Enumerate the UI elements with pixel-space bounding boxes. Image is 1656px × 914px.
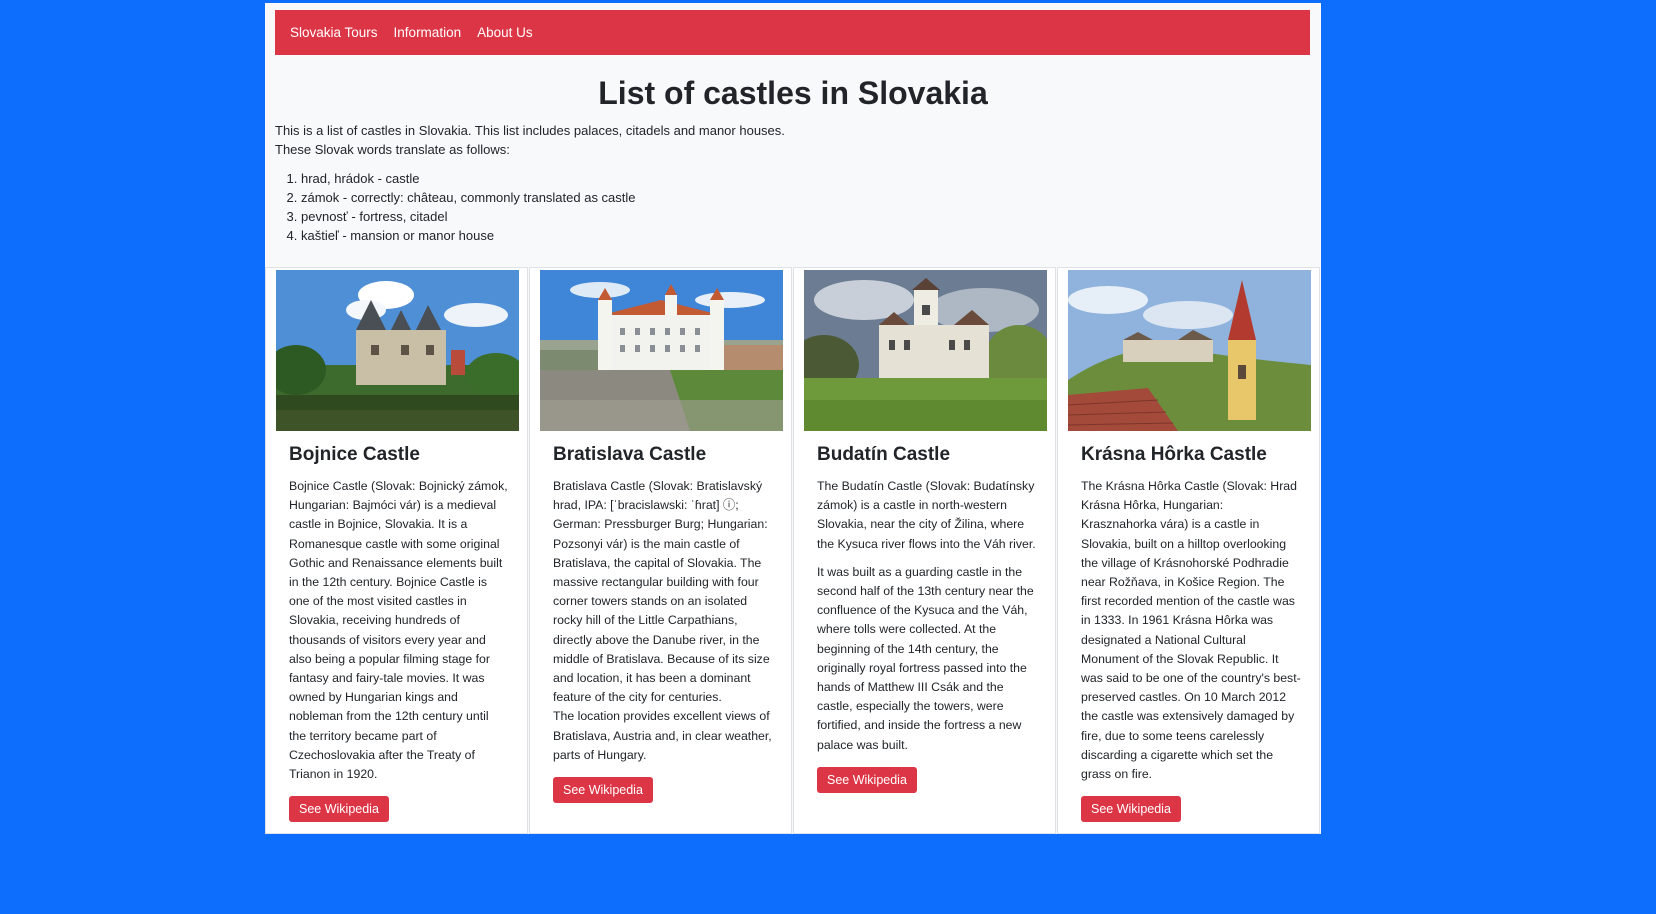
castle-card-bojnice: Bojnice Castle Bojnice Castle (Slovak: B…: [265, 267, 528, 834]
card-body: Krásna Hôrka Castle The Krásna Hôrka Cas…: [1081, 443, 1301, 823]
page-title: List of castles in Slovakia: [598, 75, 988, 111]
term-item: kaštieľ - mansion or manor house: [301, 226, 785, 245]
card-text: Bojnice Castle (Slovak: Bojnický zámok, …: [289, 479, 508, 782]
card-body: Budatín Castle The Budatín Castle (Slova…: [817, 443, 1037, 793]
nav-brand-link[interactable]: Slovakia Tours: [280, 25, 384, 40]
term-item: zámok - correctly: château, commonly tra…: [301, 188, 785, 207]
card-text: The Krásna Hôrka Castle (Slovak: Hrad Kr…: [1081, 479, 1301, 782]
card-title: Budatín Castle: [817, 444, 951, 465]
see-wikipedia-button[interactable]: See Wikipedia: [817, 766, 917, 793]
castle-card-bratislava: Bratislava Castle Bratislava Castle (Slo…: [529, 267, 792, 834]
navbar: Slovakia Tours Information About Us: [275, 10, 1310, 55]
castle-card-krasna-horka: Krásna Hôrka Castle The Krásna Hôrka Cas…: [1057, 267, 1320, 834]
card-body: Bojnice Castle Bojnice Castle (Slovak: B…: [289, 443, 509, 823]
bratislava-castle-image: [540, 270, 783, 431]
card-title: Krásna Hôrka Castle: [1081, 444, 1267, 465]
card-text-secondary: The location provides excellent views of…: [553, 709, 772, 762]
card-body: Bratislava Castle Bratislava Castle (Slo…: [553, 443, 773, 804]
card-text: The Budatín Castle (Slovak: Budatínsky z…: [817, 479, 1036, 551]
terms-list: hrad, hrádok - castle zámok - correctly:…: [275, 169, 785, 245]
nav-link-about-us[interactable]: About Us: [467, 25, 539, 40]
krasna-horka-castle-image: [1068, 270, 1311, 431]
see-wikipedia-button[interactable]: See Wikipedia: [553, 777, 653, 804]
intro-section: This is a list of castles in Slovakia. T…: [275, 121, 785, 245]
card-title: Bojnice Castle: [289, 444, 420, 465]
see-wikipedia-button[interactable]: See Wikipedia: [289, 796, 389, 823]
bojnice-castle-image: [276, 270, 519, 431]
card-text: Bratislava Castle (Slovak: Bratislavský …: [553, 479, 770, 705]
intro-text: This is a list of castles in Slovakia. T…: [275, 123, 785, 138]
castle-cards: Bojnice Castle Bojnice Castle (Slovak: B…: [265, 267, 1321, 834]
intro-subtext: These Slovak words translate as follows:: [275, 142, 510, 157]
see-wikipedia-button[interactable]: See Wikipedia: [1081, 796, 1181, 823]
card-title: Bratislava Castle: [553, 444, 707, 465]
page-container: Slovakia Tours Information About Us List…: [265, 3, 1321, 834]
budatin-castle-image: [804, 270, 1047, 431]
card-text-secondary: It was built as a guarding castle in the…: [817, 564, 1034, 752]
castle-card-budatin: Budatín Castle The Budatín Castle (Slova…: [793, 267, 1056, 834]
term-item: pevnosť - fortress, citadel: [301, 207, 785, 226]
nav-link-information[interactable]: Information: [384, 25, 468, 40]
term-item: hrad, hrádok - castle: [301, 169, 785, 188]
